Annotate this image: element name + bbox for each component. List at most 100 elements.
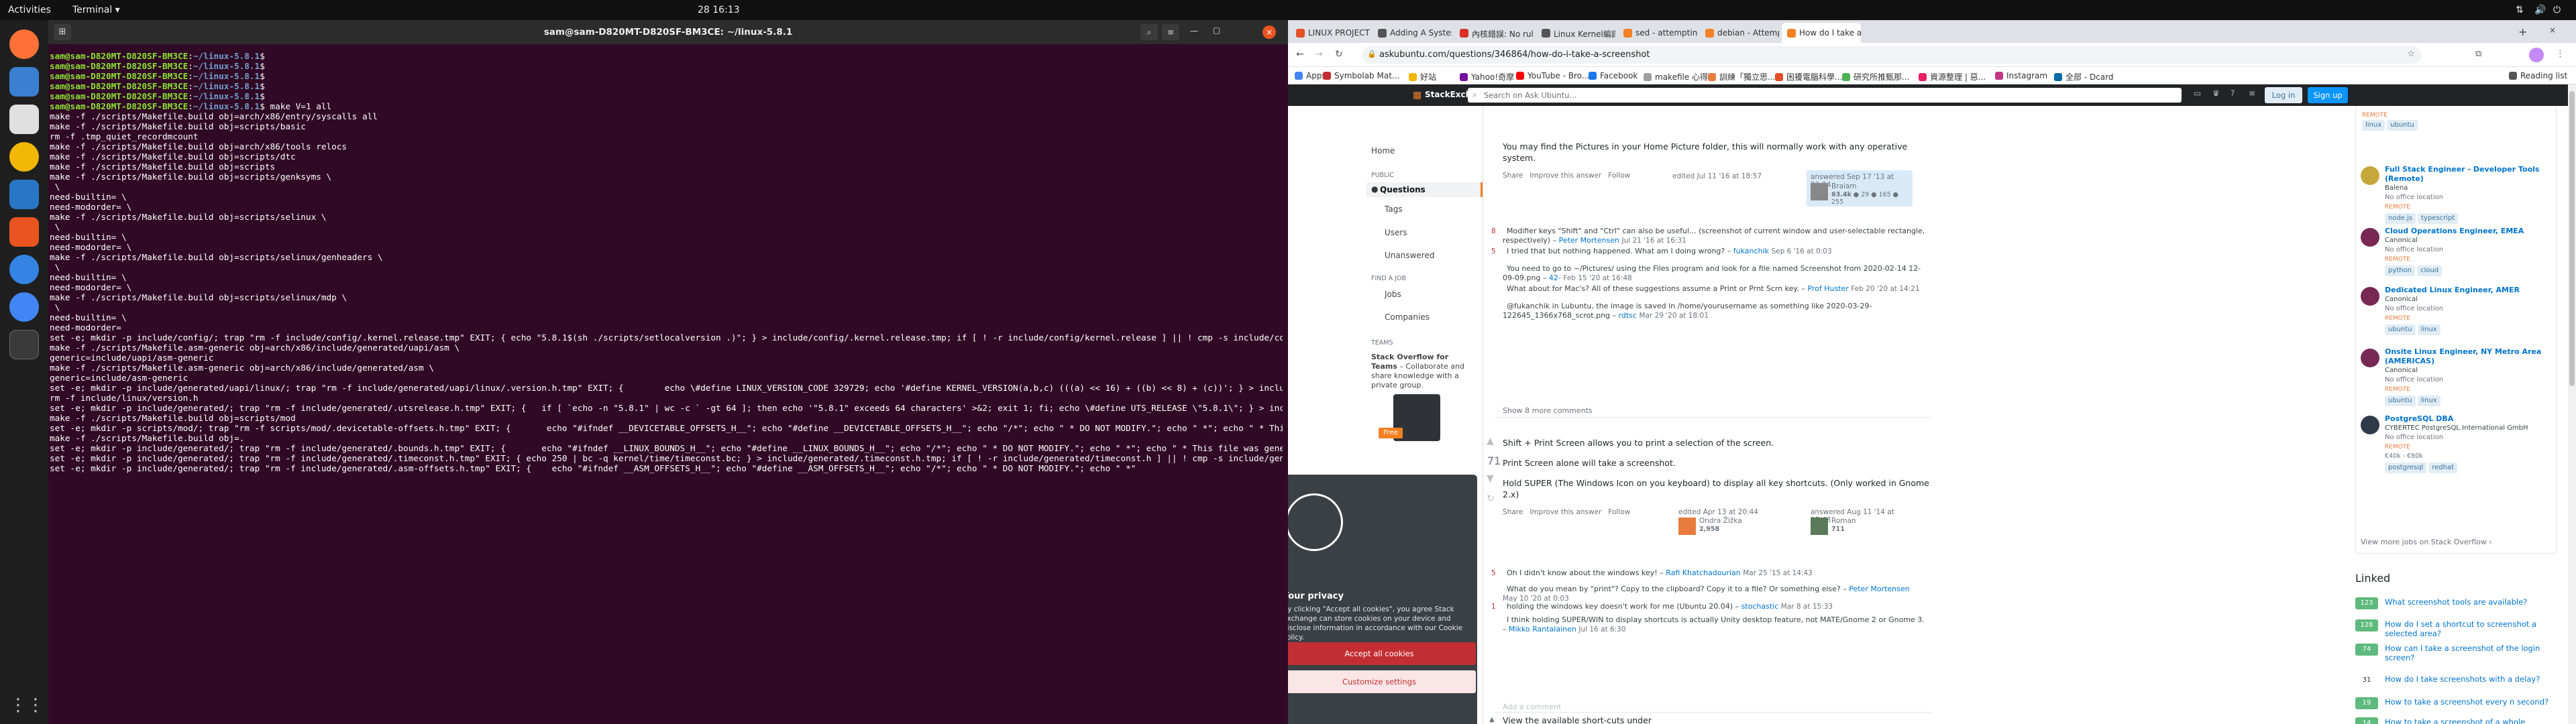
answer2-user[interactable]: Roman	[1831, 517, 1856, 525]
se-logo-icon[interactable]: ▦	[1413, 90, 1421, 101]
linked-question[interactable]: 19 How to take a screenshot every n secon…	[2355, 697, 2557, 709]
comment-user[interactable]: fukanchik	[1733, 247, 1769, 255]
job-listing[interactable]: Onsite Linux Engineer, NY Metro Area (AM…	[2361, 347, 2562, 406]
nav-tags[interactable]: Tags	[1385, 204, 1403, 214]
chrome-icon[interactable]	[9, 292, 39, 322]
scrollbar-thumb[interactable]	[2569, 91, 2575, 386]
job-listing[interactable]: Full Stack Engineer - Developer Tools (R…	[2361, 165, 2562, 224]
bookmark[interactable]: YouTube - Bro...	[1516, 71, 1589, 80]
free-badge[interactable]: Free	[1379, 428, 1403, 438]
improve-link[interactable]: Improve this answer	[1529, 172, 1601, 180]
nav-jobs[interactable]: Jobs	[1385, 290, 1401, 299]
job-tag[interactable]: node.js	[2385, 213, 2416, 224]
profile-avatar[interactable]	[2529, 48, 2544, 62]
firefox-icon[interactable]	[9, 29, 39, 59]
achievements-icon[interactable]: ♛	[2212, 88, 2220, 98]
add-comment-link[interactable]: Add a comment	[1503, 703, 1561, 711]
volume-icon[interactable]: 🔊	[2534, 5, 2546, 15]
forward-icon[interactable]: →	[1315, 49, 1323, 60]
job-tag[interactable]: ubuntu	[2385, 396, 2416, 406]
back-icon[interactable]: ←	[1296, 49, 1304, 60]
address-bar[interactable]: 🔒 askubuntu.com/questions/346864/how-do-i…	[1362, 46, 2422, 64]
accept-cookies-button[interactable]: Accept all cookies	[1288, 642, 1476, 665]
customize-settings-button[interactable]: Customize settings	[1288, 670, 1476, 693]
linked-question[interactable]: 14 How to take a screenshot of a whole	[2355, 717, 2557, 724]
show-apps-icon[interactable]: ⋮⋮	[9, 690, 44, 720]
job-tag[interactable]: python	[2385, 265, 2415, 276]
bookmark[interactable]: Instagram	[1995, 71, 2047, 80]
bookmark[interactable]: makefile 心得...	[1644, 71, 1715, 82]
browser-tab[interactable]: Linux Kernel編譯+新增Sy	[1536, 23, 1615, 43]
job-listing[interactable]: Cloud Operations Engineer, EMEA Canonical…	[2361, 227, 2562, 276]
avatar[interactable]	[1811, 518, 1828, 535]
follow-link[interactable]: Follow	[1608, 172, 1630, 180]
rhythmbox-icon[interactable]	[9, 142, 39, 172]
improve-link[interactable]: Improve this answer	[1529, 508, 1601, 516]
clock[interactable]: 28 16:13	[698, 5, 740, 15]
close-icon[interactable]: ×	[1263, 25, 1276, 39]
answer1-user[interactable]: Braiam	[1831, 182, 1857, 190]
avatar[interactable]	[1811, 183, 1828, 200]
search-icon[interactable]: ⌕	[1140, 24, 1158, 40]
job-listing[interactable]: PostgreSQL DBA CYBERTEC PostgreSQL Intern…	[2361, 414, 2562, 473]
job-title[interactable]: Full Stack Engineer - Developer Tools (R…	[2385, 165, 2562, 184]
more-jobs-link[interactable]: View more jobs on Stack Overflow ›	[2361, 538, 2492, 546]
comment-user[interactable]: 42-	[1549, 274, 1561, 282]
browser-tab[interactable]: LINUX PROJECT 1 - Hacki	[1291, 23, 1370, 43]
comment-user[interactable]: Peter Mortensen	[1849, 585, 1909, 593]
help-icon[interactable]	[9, 255, 39, 284]
nav-users[interactable]: Users	[1385, 228, 1407, 237]
bookmark-star-icon[interactable]: ☆	[2407, 49, 2415, 59]
comment-user[interactable]: Prof Huster	[1807, 284, 1848, 293]
terminal-output[interactable]: sam@sam-D820MT-D820SF-BM3CE:~/linux-5.8.…	[48, 51, 1283, 721]
comment-user[interactable]: Peter Mortensen	[1559, 236, 1619, 245]
bookmark[interactable]: Symbolab Mat...	[1323, 71, 1399, 80]
bookmark[interactable]: Facebook	[1589, 71, 1638, 80]
history-icon[interactable]: ↻	[1487, 493, 1495, 504]
bookmark[interactable]: 困擾電腦科學...	[1775, 71, 1842, 82]
libreoffice-writer-icon[interactable]	[9, 180, 39, 209]
job-title[interactable]: Onsite Linux Engineer, NY Metro Area (AM…	[2385, 347, 2562, 366]
minimize-icon[interactable]: —	[1190, 26, 1198, 36]
reload-icon[interactable]: ↻	[1335, 49, 1343, 60]
browser-tab[interactable]: Adding A System Call To	[1373, 23, 1452, 43]
job-tag[interactable]: ubuntu	[2385, 324, 2416, 335]
maximize-icon[interactable]: ▢	[1213, 25, 1220, 35]
nav-unanswered[interactable]: Unanswered	[1385, 251, 1434, 260]
job-tag[interactable]: redhat	[2428, 463, 2458, 473]
new-tab-button[interactable]: +	[2518, 25, 2527, 38]
share-link[interactable]: Share	[1503, 172, 1523, 180]
site-switcher-icon[interactable]: ≡	[2249, 88, 2255, 98]
bookmark[interactable]: 全部 - Dcard	[2054, 71, 2114, 82]
comment-user[interactable]: rdtsc	[1619, 311, 1637, 320]
bookmark[interactable]: 訓練「獨立思...	[1708, 71, 1775, 82]
job-title[interactable]: Dedicated Linux Engineer, AMER	[2385, 286, 2562, 295]
nav-home[interactable]: Home	[1371, 146, 1395, 156]
upvote-icon[interactable]: ▲	[1487, 436, 1494, 446]
share-link[interactable]: Share	[1503, 508, 1523, 516]
downvote-icon[interactable]: ▼	[1487, 473, 1494, 484]
avatar[interactable]	[1678, 518, 1696, 535]
show-more-comments[interactable]: Show 8 more comments	[1503, 406, 1593, 415]
app-menu[interactable]: Terminal ▾	[72, 5, 120, 15]
power-icon[interactable]: ⏻	[2553, 5, 2561, 15]
software-center-icon[interactable]	[9, 217, 39, 247]
browser-tab[interactable]: sed - attempting to inst	[1618, 23, 1697, 43]
answer1-edited[interactable]: edited Jul 11 '16 at 18:57	[1672, 172, 1762, 180]
chrome-menu-icon[interactable]: ⋮	[2556, 49, 2565, 59]
nav-companies[interactable]: Companies	[1385, 312, 1430, 322]
menu-icon[interactable]: ≡	[1162, 24, 1179, 40]
job-title[interactable]: PostgreSQL DBA	[2385, 414, 2562, 424]
nav-questions[interactable]: ● Questions	[1366, 182, 1483, 197]
linked-question[interactable]: 123 What screenshot tools are available?	[2355, 597, 2557, 609]
answer2-editor[interactable]: Ondra Žižka	[1699, 517, 1742, 525]
bookmark[interactable]: 好站	[1409, 71, 1436, 82]
job-title[interactable]: Cloud Operations Engineer, EMEA	[2385, 227, 2562, 236]
page-scrollbar[interactable]	[2568, 84, 2576, 724]
bookmark[interactable]: 資源整理 | 惡...	[1919, 71, 1986, 82]
help-icon[interactable]: ?	[2231, 88, 2235, 98]
job-tag[interactable]: cloud	[2416, 265, 2443, 276]
signup-button[interactable]: Sign up	[2308, 87, 2348, 103]
browser-tab[interactable]: How do I take a screensh	[1782, 23, 1861, 43]
linked-question[interactable]: 128 How do I set a shortcut to screenshot…	[2355, 619, 2557, 638]
